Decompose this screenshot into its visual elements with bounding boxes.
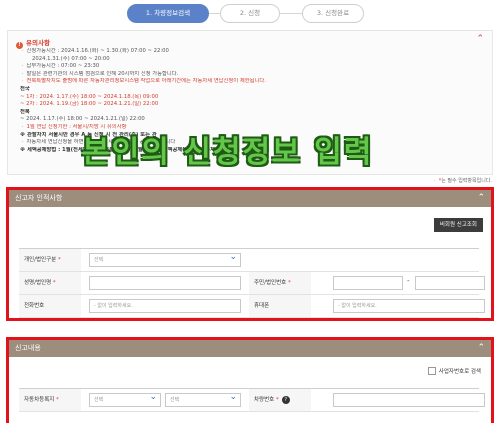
applicant-section-header[interactable]: 신고자 인적사항 ⌃	[9, 190, 491, 207]
form-row-name: 성명/법인명 * 주민/법인번호 * -	[19, 272, 485, 295]
collapse-chevron-icon[interactable]: ⌃	[476, 34, 484, 44]
form-row-type: 개인/법인구분 * 선택	[19, 249, 479, 272]
notice-line: 전국	[20, 85, 30, 92]
notice-line: ㆍ 신청가능시간 : 2024.1.16.(화) ~ 1.30.(화) 07:0…	[20, 48, 169, 54]
notice-line: ㆍ 말일은 관련기관의 시스템 점검으로 인해 20시까지 신청 가능합니다.	[20, 70, 179, 77]
report-form: 자동차등록지 * 선택 선택 차량번호 *?	[19, 388, 485, 423]
region-select-2[interactable]: 선택	[165, 391, 241, 407]
required-note-text: 는 필수 입력항목입니다.	[441, 178, 492, 184]
report-section: 신고내용 ⌃ 사업자번호로 검색 자동차등록지 * 선택 선택 차량번호 *?	[6, 337, 494, 423]
step-apply: 2. 신청	[220, 4, 280, 23]
name-input[interactable]	[89, 276, 241, 290]
required-note: ㆍ *는 필수 입력항목입니다.	[432, 178, 492, 184]
applicant-form: 개인/법인구분 * 선택 성명/법인명 * 주민/법인번호 * - 전화번호 -…	[19, 248, 485, 318]
car-number-label: 차량번호 *?	[249, 389, 311, 411]
notice-line: ㆍ 납부가능시간 : 07:00 ~ 23:30	[20, 63, 100, 70]
report-section-title: 신고내용	[15, 344, 41, 352]
biz-number-checkbox[interactable]: 사업자번호로 검색	[427, 367, 481, 375]
form-row-next	[19, 412, 479, 423]
mobile-label: 휴대폰	[249, 295, 311, 317]
biz-number-label: 사업자번호로 검색	[438, 369, 481, 375]
notice-line: 2024.1.31.(수) 07:00 ~ 20:00	[32, 55, 110, 62]
help-icon[interactable]: ?	[281, 396, 290, 404]
step-complete: 3. 신청완료	[302, 4, 364, 23]
chevron-up-icon[interactable]: ⌃	[477, 190, 485, 207]
region-label: 자동차등록지 *	[19, 389, 81, 411]
applicant-section-title: 신고자 인적사항	[15, 194, 63, 202]
type-select[interactable]: 선택	[89, 251, 241, 267]
phone-input[interactable]: - 없이 입력하세요.	[89, 299, 241, 313]
notice-title: 유의사항	[26, 39, 50, 47]
applicant-section: 신고자 인적사항 ⌃ 비회원 신고조회 개인/법인구분 * 선택 성명/법인명 …	[6, 187, 494, 321]
rrn-separator: -	[407, 277, 410, 285]
non-member-lookup-button[interactable]: 비회원 신고조회	[433, 218, 483, 232]
notice-line: ㆍ 전북특별자치도 출범에 따른 자동차관리정보시스템 작업으로 아래기간에는 …	[20, 78, 266, 85]
notice-line: ~ 2차 : 2024. 1.19.(금) 18:00 ~ 2024.1.21.…	[20, 101, 159, 108]
car-number-input[interactable]	[333, 393, 485, 407]
overlay-caption: 본인의 신청정보 입력	[82, 135, 374, 170]
chevron-up-icon[interactable]: ⌃	[477, 340, 485, 357]
checkbox-box[interactable]	[427, 367, 436, 375]
mobile-input[interactable]: - 없이 입력하세요.	[333, 299, 485, 313]
progress-steps: 1. 차량정보검색 2. 신청 3. 신청완료	[0, 2, 500, 24]
region-select-1[interactable]: 선택	[89, 391, 161, 407]
step-vehicle-search: 1. 차량정보검색	[127, 4, 209, 23]
name-label: 성명/법인명 *	[19, 272, 81, 294]
report-section-header[interactable]: 신고내용 ⌃	[9, 340, 491, 357]
form-row-region: 자동차등록지 * 선택 선택 차량번호 *?	[19, 389, 485, 412]
rrn-label: 주민/법인번호 *	[249, 272, 311, 294]
form-row-phone: 전화번호 - 없이 입력하세요. 휴대폰 - 없이 입력하세요.	[19, 295, 485, 318]
phone-label: 전화번호	[19, 295, 81, 317]
notice-line: ~ 1차 : 2024. 1.17.(수) 18:00 ~ 2024.1.18.…	[20, 93, 159, 100]
rrn-front-input[interactable]	[333, 276, 403, 290]
rrn-back-input[interactable]	[415, 276, 485, 290]
notice-line: 전북	[20, 108, 30, 115]
type-label: 개인/법인구분 *	[19, 249, 81, 271]
notice-line: ~ 2024. 1.17.(수) 18:00 ~ 2024.1.21.(일) 2…	[20, 116, 145, 123]
